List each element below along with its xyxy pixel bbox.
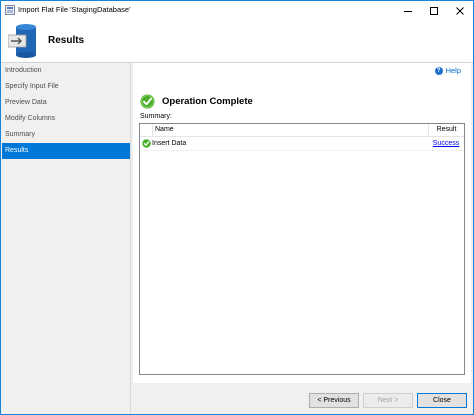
status-text: Operation Complete bbox=[162, 96, 253, 107]
success-check-icon bbox=[140, 94, 155, 109]
help-link[interactable]: ? Help bbox=[434, 66, 461, 75]
page-title: Results bbox=[48, 35, 85, 46]
app-icon bbox=[5, 5, 15, 15]
maximize-button[interactable] bbox=[421, 1, 447, 20]
wizard-footer: < Previous Next > Close bbox=[133, 383, 473, 414]
title-bar[interactable]: Import Flat File 'StagingDatabase' bbox=[1, 1, 473, 20]
page-header: Results bbox=[1, 20, 473, 63]
nav-item-introduction[interactable]: Introduction bbox=[2, 63, 130, 79]
help-icon: ? bbox=[434, 66, 443, 75]
summary-table: Name Result Insert Data Success bbox=[139, 123, 465, 375]
nav-item-results[interactable]: Results bbox=[2, 143, 130, 159]
name-column-header[interactable]: Name bbox=[153, 124, 429, 136]
nav-item-summary[interactable]: Summary bbox=[2, 127, 130, 143]
close-window-button[interactable] bbox=[447, 1, 473, 20]
close-icon bbox=[456, 6, 464, 15]
icon-column-header bbox=[140, 124, 153, 136]
import-flat-file-window: Import Flat File 'StagingDatabase' Resul… bbox=[0, 0, 474, 415]
table-header: Name Result bbox=[140, 124, 464, 137]
window-title: Import Flat File 'StagingDatabase' bbox=[18, 5, 131, 14]
row-result-link[interactable]: Success bbox=[428, 140, 464, 147]
success-check-icon bbox=[141, 139, 151, 148]
operation-status: Operation Complete bbox=[140, 94, 253, 109]
maximize-icon bbox=[430, 6, 438, 15]
row-name-cell: Insert Data bbox=[152, 140, 187, 147]
summary-label: Summary: bbox=[140, 113, 172, 120]
close-button[interactable]: Close bbox=[417, 393, 467, 408]
results-panel: ? Help Operation Complete Summary: Name … bbox=[133, 63, 471, 383]
result-column-header[interactable]: Result bbox=[429, 124, 464, 136]
minimize-icon bbox=[404, 10, 412, 12]
nav-item-specify-input-file[interactable]: Specify Input File bbox=[2, 79, 130, 95]
nav-item-modify-columns[interactable]: Modify Columns bbox=[2, 111, 130, 127]
row-status-cell bbox=[140, 139, 152, 148]
table-row[interactable]: Insert Data Success bbox=[140, 137, 464, 151]
minimize-button[interactable] bbox=[395, 1, 421, 20]
nav-item-preview-data[interactable]: Preview Data bbox=[2, 95, 130, 111]
database-import-icon bbox=[8, 24, 36, 58]
next-button[interactable]: Next > bbox=[363, 393, 413, 408]
help-label: Help bbox=[445, 66, 461, 75]
wizard-navigation: Introduction Specify Input File Preview … bbox=[2, 63, 131, 414]
previous-button[interactable]: < Previous bbox=[309, 393, 359, 408]
